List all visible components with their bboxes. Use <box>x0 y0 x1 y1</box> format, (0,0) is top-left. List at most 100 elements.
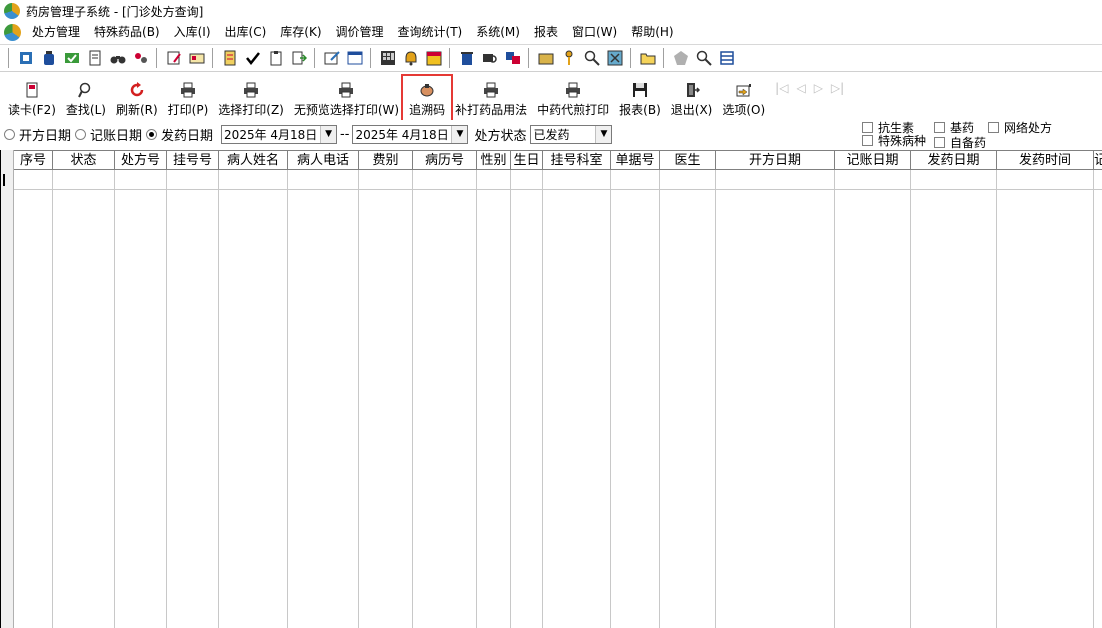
menu-logo-icon[interactable] <box>4 23 21 41</box>
date-from-picker[interactable]: 2025年 4月18日 ▼ <box>221 124 338 144</box>
first-record-icon[interactable]: |◁ <box>775 81 788 95</box>
chevron-down-icon[interactable]: ▼ <box>595 125 612 143</box>
magnifier-small-icon[interactable] <box>694 49 713 68</box>
column-header[interactable]: 状态 <box>53 151 115 170</box>
radio-prescribe-date[interactable]: 开方日期 <box>4 125 71 144</box>
export-icon[interactable] <box>289 49 308 68</box>
exit-label: 退出(X) <box>670 103 713 117</box>
self-prepared-checkbox[interactable]: 自备药 <box>934 134 986 151</box>
menu-inventory[interactable]: 库存(K) <box>273 22 328 42</box>
column-header[interactable]: 费别 <box>359 151 413 170</box>
column-header[interactable]: 处方号 <box>115 151 167 170</box>
checkbox-box <box>934 122 945 133</box>
zoom-icon[interactable] <box>582 49 601 68</box>
column-header[interactable]: 病人姓名 <box>219 151 288 170</box>
no-preview-print-button[interactable]: 无预览选择打印(W) <box>290 78 403 118</box>
report-button[interactable]: 报表(B) <box>615 78 665 118</box>
report-label: 报表(B) <box>619 103 661 117</box>
pills-icon[interactable] <box>131 49 150 68</box>
open-folder-icon[interactable] <box>638 49 657 68</box>
column-header[interactable]: 单据号 <box>611 151 660 170</box>
transfer-icon[interactable] <box>503 49 522 68</box>
menu-stock-out[interactable]: 出库(C) <box>218 22 274 42</box>
prescription-grid[interactable]: 序号 状态 处方号 挂号号 病人姓名 病人电话 费别 病历号 性别 生日 挂号科… <box>0 150 1102 628</box>
column-header[interactable]: 挂号号 <box>167 151 219 170</box>
column-header[interactable]: 性别 <box>477 151 511 170</box>
menu-special-drugs[interactable]: 特殊药品(B) <box>87 22 167 42</box>
column-header[interactable]: 病人电话 <box>288 151 359 170</box>
menu-reports[interactable]: 报表 <box>527 22 565 42</box>
card-icon[interactable] <box>187 49 206 68</box>
checkbox-box <box>862 135 873 146</box>
card-reader-icon <box>23 81 41 99</box>
radio-dispense-date[interactable]: 发药日期 <box>146 125 213 144</box>
find-label: 查找(L) <box>65 103 106 117</box>
column-header[interactable]: 挂号科室 <box>543 151 611 170</box>
column-header[interactable]: 生日 <box>511 151 543 170</box>
read-card-button[interactable]: 读卡(F2) <box>4 78 60 118</box>
chevron-down-icon[interactable]: ▼ <box>451 125 468 143</box>
check-mail-icon[interactable] <box>62 49 81 68</box>
print-label: 打印(P) <box>167 103 209 117</box>
menu-prescription[interactable]: 处方管理 <box>25 22 87 42</box>
column-header[interactable]: 记 <box>1094 151 1102 170</box>
cancel-box-icon[interactable] <box>605 49 624 68</box>
prescription-icon[interactable] <box>16 49 35 68</box>
select-print-button[interactable]: 选择打印(Z) <box>214 78 288 118</box>
next-record-icon[interactable]: ▷ <box>814 81 823 95</box>
clipboard-icon[interactable] <box>266 49 285 68</box>
refresh-button[interactable]: 刷新(R) <box>112 78 162 118</box>
column-header[interactable]: 发药日期 <box>911 151 997 170</box>
options-button[interactable]: 选项(O) <box>718 78 769 118</box>
menu-price-adjust[interactable]: 调价管理 <box>329 22 391 42</box>
menu-query-stats[interactable]: 查询统计(T) <box>391 22 470 42</box>
column-header[interactable]: 记账日期 <box>835 151 911 170</box>
list-window-icon[interactable] <box>717 49 736 68</box>
exit-button[interactable]: 退出(X) <box>667 78 717 118</box>
column-header[interactable]: 病历号 <box>413 151 477 170</box>
column-header[interactable]: 开方日期 <box>716 151 835 170</box>
reprint-usage-button[interactable]: 补打药品用法 <box>451 78 531 118</box>
toolbar-grip[interactable] <box>8 48 10 68</box>
refresh-label: 刷新(R) <box>115 103 158 117</box>
document-icon[interactable] <box>85 49 104 68</box>
menu-system[interactable]: 系统(M) <box>469 22 527 42</box>
binoculars-icon[interactable] <box>108 49 127 68</box>
column-header[interactable]: 序号 <box>14 151 53 170</box>
window-icon[interactable] <box>345 49 364 68</box>
radio-billing-date[interactable]: 记账日期 <box>75 125 142 144</box>
key-icon[interactable] <box>559 49 578 68</box>
column-header[interactable]: 发药时间 <box>997 151 1094 170</box>
folder-key-icon[interactable] <box>536 49 555 68</box>
date-to-picker[interactable]: 2025年 4月18日 ▼ <box>352 124 469 144</box>
table-row[interactable] <box>14 170 1102 190</box>
edit-form-icon[interactable] <box>164 49 183 68</box>
last-record-icon[interactable]: ▷| <box>831 81 844 95</box>
prev-record-icon[interactable]: ◁ <box>796 81 805 95</box>
notes-icon[interactable] <box>220 49 239 68</box>
trace-code-icon <box>418 81 436 99</box>
special-disease-checkbox[interactable]: 特殊病种 <box>862 132 926 149</box>
menu-help[interactable]: 帮助(H) <box>624 22 680 42</box>
delete-bin-icon[interactable] <box>457 49 476 68</box>
column-header[interactable]: 医生 <box>660 151 716 170</box>
calendar-icon[interactable] <box>424 49 443 68</box>
status-select[interactable]: 已发药 ▼ <box>530 124 613 144</box>
print-button[interactable]: 打印(P) <box>164 78 213 118</box>
bottle-icon[interactable] <box>39 49 58 68</box>
menu-window[interactable]: 窗口(W) <box>565 22 624 42</box>
find-button[interactable]: 查找(L) <box>62 78 110 118</box>
toolbar-separator <box>370 48 372 68</box>
search-folder-icon[interactable] <box>480 49 499 68</box>
menu-stock-in[interactable]: 入库(I) <box>167 22 218 42</box>
trace-code-button[interactable]: 追溯码 <box>401 74 454 122</box>
checkbox-label: 特殊病种 <box>878 134 927 148</box>
form-edit-icon[interactable] <box>322 49 341 68</box>
bell-icon[interactable] <box>401 49 420 68</box>
herbal-decoction-print-button[interactable]: 中药代煎打印 <box>533 78 613 118</box>
checkmark-icon[interactable] <box>243 49 262 68</box>
grid-column-lines <box>14 170 1094 628</box>
calculator-icon[interactable] <box>378 49 397 68</box>
online-prescription-checkbox[interactable]: 网络处方 <box>988 119 1052 136</box>
chevron-down-icon[interactable]: ▼ <box>320 125 337 143</box>
